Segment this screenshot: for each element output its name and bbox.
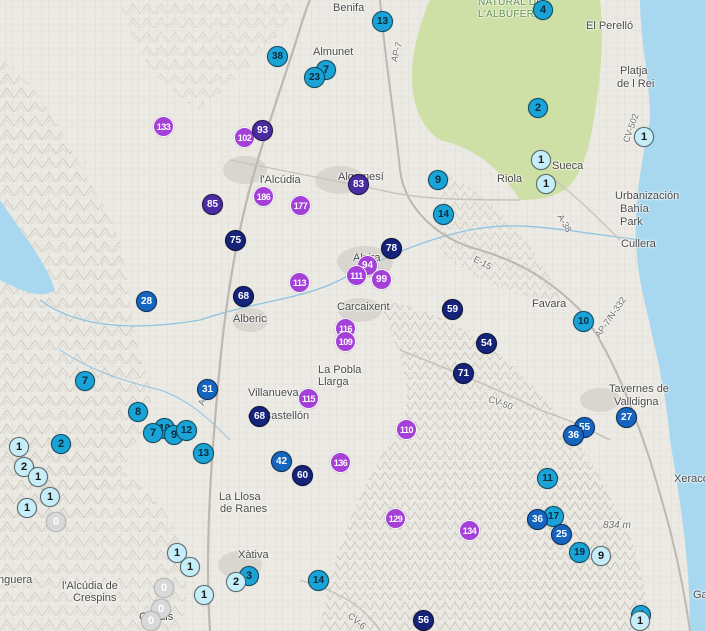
count-marker[interactable]: 56 — [413, 610, 434, 631]
count-marker[interactable]: 27 — [616, 407, 637, 428]
count-marker[interactable]: 177 — [290, 195, 311, 216]
place-label: nguera — [0, 574, 33, 586]
count-marker[interactable]: 1 — [634, 127, 654, 147]
count-marker[interactable]: 28 — [136, 291, 157, 312]
place-label: La Pobla — [318, 364, 362, 376]
count-marker[interactable]: 2 — [528, 98, 548, 118]
count-marker[interactable]: 129 — [385, 508, 406, 529]
count-marker[interactable]: 11 — [537, 468, 558, 489]
place-label: Sueca — [552, 160, 584, 172]
terrain-basemap — [0, 0, 705, 631]
place-label: Xeraco — [674, 473, 705, 485]
park-label: L'ALBUFERA — [478, 9, 542, 20]
place-label: Carcaixent — [337, 301, 390, 313]
count-marker[interactable]: 9 — [591, 546, 611, 566]
count-marker[interactable]: 1 — [9, 437, 29, 457]
place-label: Bahía — [620, 203, 649, 215]
count-marker[interactable]: 8 — [128, 402, 148, 422]
count-marker[interactable]: 68 — [249, 406, 270, 427]
count-marker[interactable]: 0 — [46, 512, 66, 532]
count-marker[interactable]: 78 — [381, 238, 402, 259]
count-marker[interactable]: 99 — [371, 269, 392, 290]
count-marker[interactable]: 7 — [143, 423, 163, 443]
place-label: La Llosa — [219, 491, 261, 503]
place-label: Urbanización — [615, 190, 680, 202]
count-marker[interactable]: 186 — [253, 186, 274, 207]
place-label: Alberic — [233, 313, 267, 325]
count-marker[interactable]: 36 — [527, 509, 548, 530]
place-label: Llarga — [318, 376, 349, 388]
count-marker[interactable]: 4 — [533, 0, 553, 20]
count-marker[interactable]: 134 — [459, 520, 480, 541]
place-label: Villanueva — [248, 387, 299, 399]
place-label: Xàtiva — [238, 549, 269, 561]
place-label: El Perelló — [586, 20, 634, 32]
place-label: Riola — [497, 173, 523, 185]
place-label: Ga — [693, 589, 705, 601]
elevation-label: 834 m — [603, 520, 631, 531]
count-marker[interactable]: 2 — [51, 434, 71, 454]
count-marker[interactable]: 109 — [335, 331, 356, 352]
count-marker[interactable]: 9 — [428, 170, 448, 190]
count-marker[interactable]: 110 — [396, 419, 417, 440]
count-marker[interactable]: 1 — [17, 498, 37, 518]
count-marker[interactable]: 38 — [267, 46, 288, 67]
count-marker[interactable]: 14 — [433, 204, 454, 225]
map-canvas[interactable]: Benifa NATURAL DE L'ALBUFERA El Perelló Almu… — [0, 0, 705, 631]
count-marker[interactable]: 0 — [154, 578, 174, 598]
count-marker[interactable]: 1 — [40, 487, 60, 507]
count-marker[interactable]: 59 — [442, 299, 463, 320]
place-label: l'Alcúdia — [260, 174, 301, 186]
count-marker[interactable]: 13 — [193, 443, 214, 464]
place-label: Benifa — [333, 2, 365, 14]
place-label: de l Rei — [617, 78, 655, 90]
count-marker[interactable]: 54 — [476, 333, 497, 354]
count-marker[interactable]: 85 — [202, 194, 223, 215]
place-label: de Ranes — [220, 503, 268, 515]
count-marker[interactable]: 10 — [573, 311, 594, 332]
place-label: Platja — [620, 65, 648, 77]
count-marker[interactable]: 93 — [252, 120, 273, 141]
count-marker[interactable]: 1 — [531, 150, 551, 170]
count-marker[interactable]: 60 — [292, 465, 313, 486]
count-marker[interactable]: 7 — [75, 371, 95, 391]
count-marker[interactable]: 1 — [180, 557, 200, 577]
place-label: l'Alcúdia de — [62, 580, 118, 592]
place-label: Almunet — [313, 46, 354, 58]
count-marker[interactable]: 14 — [308, 570, 329, 591]
count-marker[interactable]: 83 — [348, 174, 369, 195]
place-label: Park — [620, 216, 643, 228]
count-marker[interactable]: 31 — [197, 379, 218, 400]
count-marker[interactable]: 19 — [569, 542, 590, 563]
count-marker[interactable]: 42 — [271, 451, 292, 472]
count-marker[interactable]: 133 — [153, 116, 174, 137]
count-marker[interactable]: 75 — [225, 230, 246, 251]
count-marker[interactable]: 111 — [346, 265, 367, 286]
count-marker[interactable]: 0 — [141, 611, 161, 631]
count-marker[interactable]: 25 — [551, 524, 572, 545]
count-marker[interactable]: 2 — [226, 572, 246, 592]
place-label: Tavernes de — [609, 383, 669, 395]
count-marker[interactable]: 23 — [304, 67, 325, 88]
place-label: Crespins — [73, 592, 117, 604]
count-marker[interactable]: 13 — [372, 11, 393, 32]
count-marker[interactable]: 1 — [28, 467, 48, 487]
count-marker[interactable]: 1 — [194, 585, 214, 605]
count-marker[interactable]: 115 — [298, 388, 319, 409]
count-marker[interactable]: 136 — [330, 452, 351, 473]
place-label: Cullera — [621, 238, 656, 250]
place-label: Valldigna — [614, 396, 659, 408]
place-label: Favara — [532, 298, 567, 310]
count-marker[interactable]: 12 — [176, 420, 197, 441]
count-marker[interactable]: 71 — [453, 363, 474, 384]
count-marker[interactable]: 36 — [563, 425, 584, 446]
count-marker[interactable]: 1 — [630, 611, 650, 631]
count-marker[interactable]: 113 — [289, 272, 310, 293]
count-marker[interactable]: 68 — [233, 286, 254, 307]
count-marker[interactable]: 1 — [536, 174, 556, 194]
